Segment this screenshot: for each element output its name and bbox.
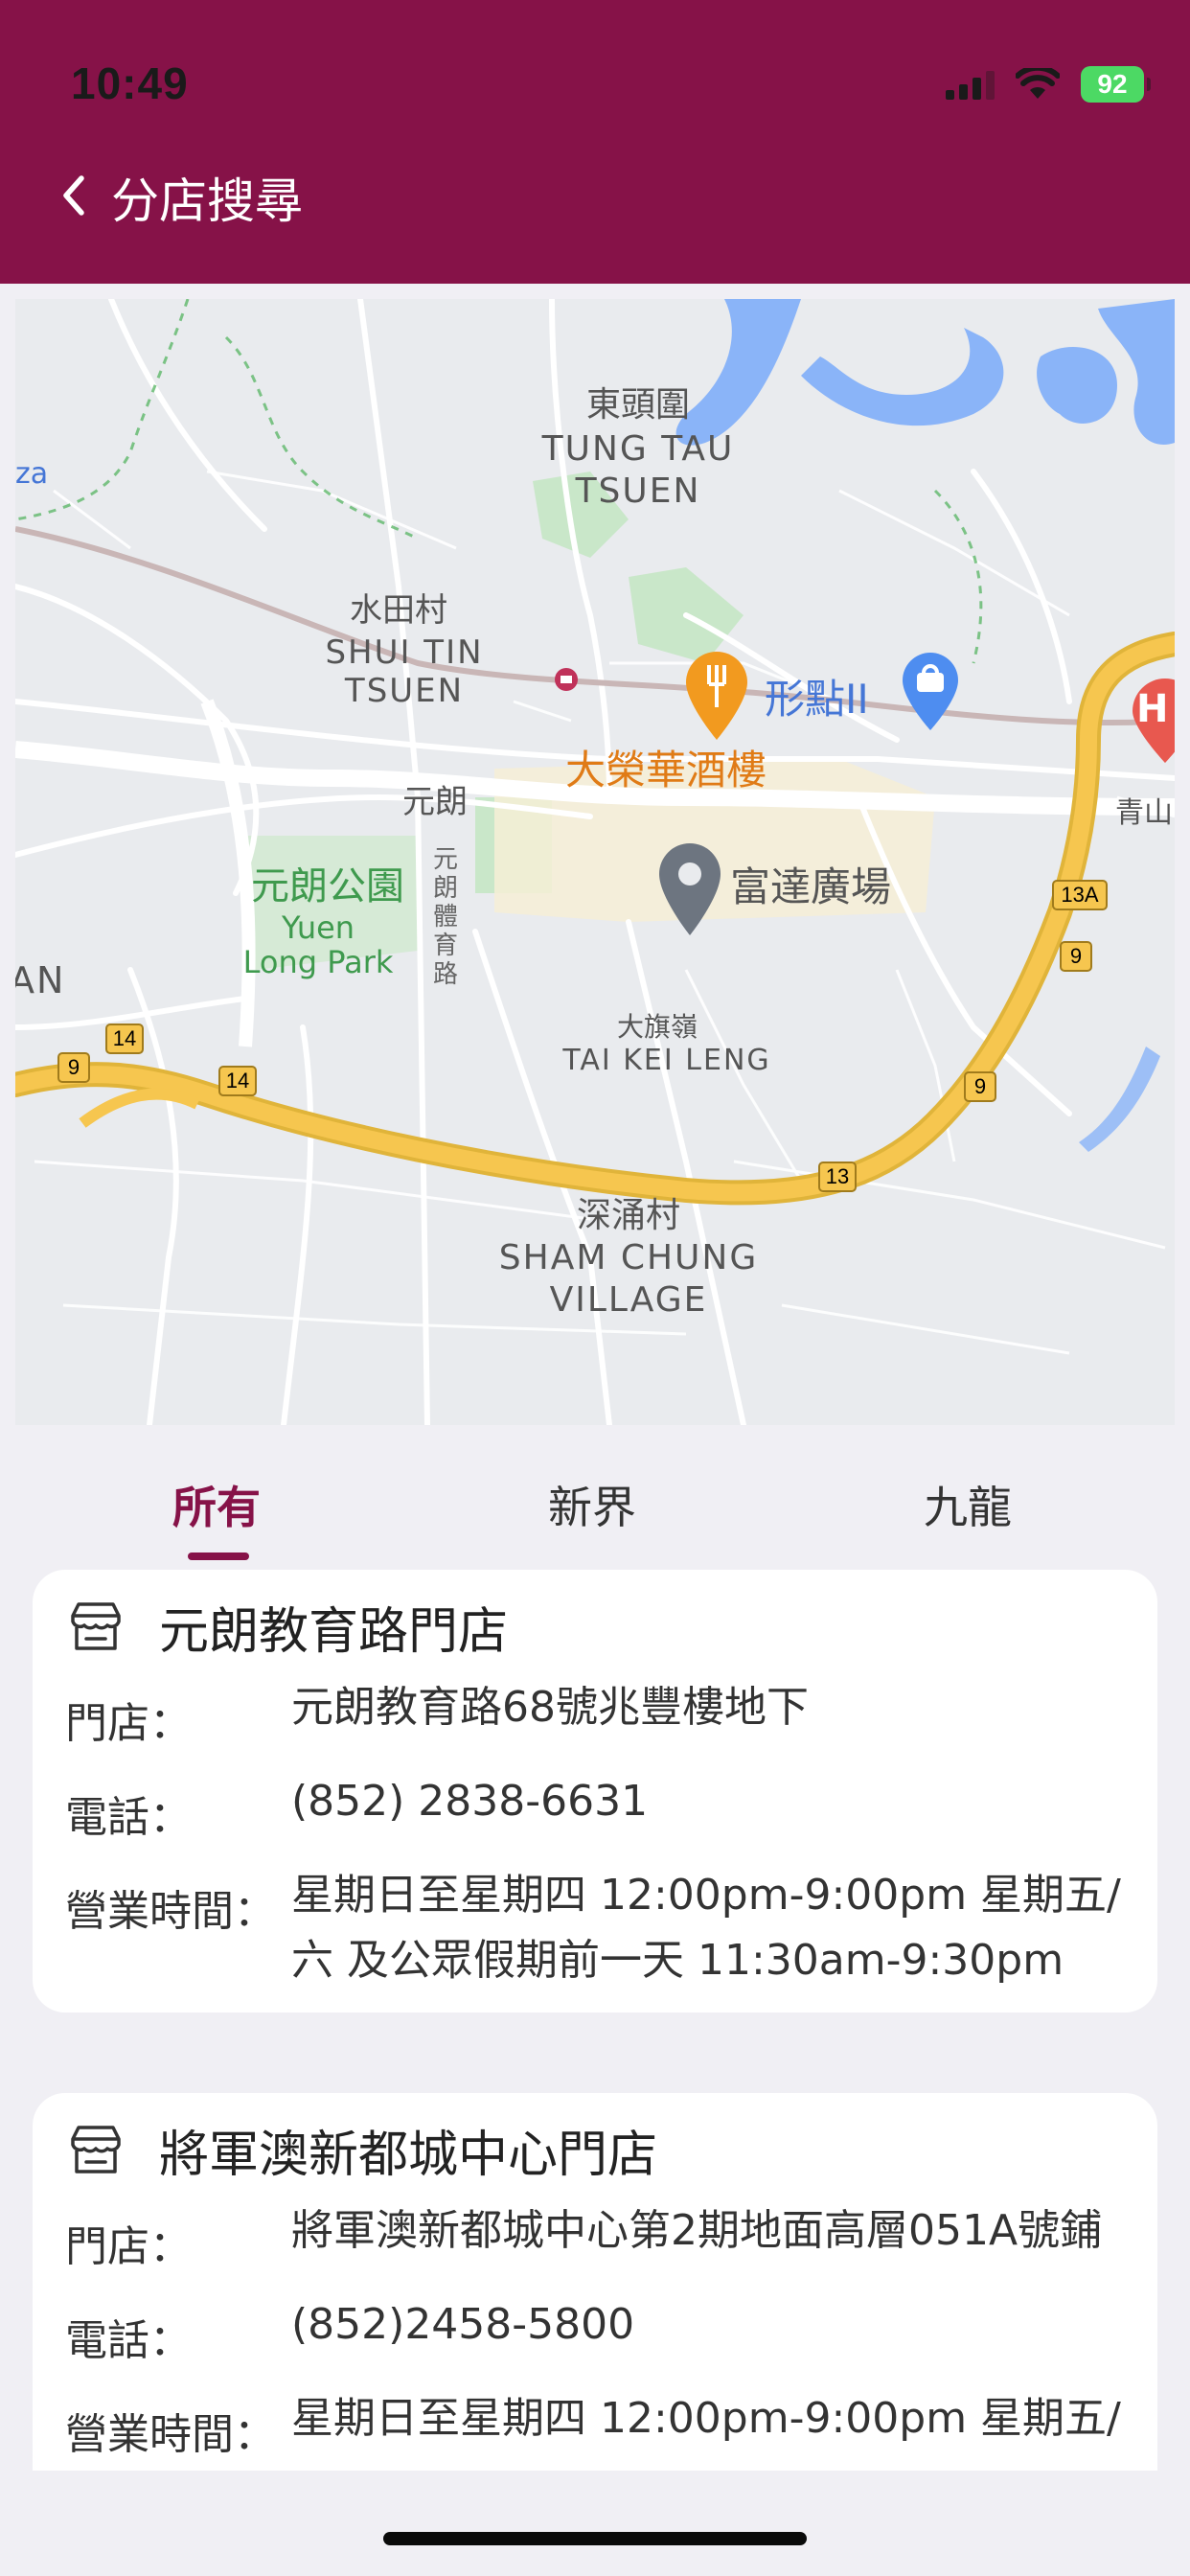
cellular-signal-icon xyxy=(946,69,995,100)
map-label: Yuen xyxy=(281,909,355,946)
status-icons: 92 xyxy=(946,63,1151,105)
store-icon xyxy=(71,1602,121,1650)
route-shield: 13 xyxy=(818,1162,857,1192)
tab-new-territories[interactable]: 新界 xyxy=(548,1473,636,1536)
store-name: 將軍澳新都城中心門店 xyxy=(159,2127,658,2184)
map-label: 大旗嶺 xyxy=(616,1011,698,1043)
map-label: 元朗體育路 xyxy=(432,845,458,989)
app-header: 10:49 92 分店搜尋 xyxy=(0,0,1190,284)
map-label: 青山 xyxy=(1115,796,1173,830)
map-label: TSUEN xyxy=(344,672,465,710)
store-phone[interactable]: (852) 2838-6631 xyxy=(291,1760,648,1844)
map-label: 元朗公園 xyxy=(251,864,404,908)
map-label: 深涌村 xyxy=(576,1196,680,1235)
chevron-left-icon xyxy=(63,175,84,216)
phone-label: 電話： xyxy=(65,2316,192,2365)
active-tab-indicator xyxy=(188,1552,249,1560)
store-map[interactable]: H 14 9 14 13 9 9 13A 東頭圍 TUNG TAU TSUEN … xyxy=(15,299,1175,1425)
map-label: za xyxy=(15,457,49,491)
route-shield: 9 xyxy=(1060,941,1092,972)
route-shield: 14 xyxy=(218,1066,257,1096)
tab-kowloon[interactable]: 九龍 xyxy=(924,1473,1012,1536)
region-tabs: 所有 新界 九龍 xyxy=(0,1425,1190,1559)
map-label: AN xyxy=(15,959,66,1001)
store-hours-line: 星期日至星期四 12:00pm-9:00pm 星期五/ xyxy=(291,2394,1121,2443)
store-label: 富達廣場 xyxy=(730,863,892,910)
store-phone[interactable]: (852)2458-5800 xyxy=(291,2283,634,2367)
store-address: 元朗教育路68號兆豐樓地下 xyxy=(291,1683,809,1732)
store-address: 將軍澳新都城中心第2期地面高層051A號鋪 xyxy=(291,2206,1103,2255)
page-title: 分店搜尋 xyxy=(111,173,303,229)
status-time: 10:49 xyxy=(71,58,189,108)
map-label: 元朗 xyxy=(402,783,468,821)
route-shield: 9 xyxy=(57,1052,90,1083)
shopping-pin-icon[interactable] xyxy=(899,652,962,732)
location-pin-icon[interactable] xyxy=(655,841,724,937)
hospital-label: H xyxy=(1136,687,1169,731)
battery-icon: 92 xyxy=(1081,66,1151,103)
store-card[interactable]: 將軍澳新都城中心門店 門店： 將軍澳新都城中心第2期地面高層051A號鋪 電話：… xyxy=(33,2093,1157,2471)
map-label: TUNG TAU xyxy=(541,429,735,469)
store-list-viewport: 將軍澳新都城中心門店 門店： 將軍澳新都城中心第2期地面高層051A號鋪 電話：… xyxy=(0,2089,1190,2471)
store-name: 元朗教育路門店 xyxy=(159,1603,509,1661)
store-hours-line: 六 及公眾假期前一天 11:30am-9:30pm xyxy=(291,1936,1064,1985)
battery-level: 92 xyxy=(1097,69,1128,99)
tab-all[interactable]: 所有 xyxy=(172,1473,261,1536)
address-label: 門店： xyxy=(65,2222,192,2271)
route-shield: 13A xyxy=(1052,880,1108,910)
map-label: SHUI TIN xyxy=(325,633,484,672)
map-label: TAI KEI LENG xyxy=(562,1044,771,1077)
phone-label: 電話： xyxy=(65,1793,192,1842)
route-shield: 9 xyxy=(964,1071,996,1102)
address-label: 門店： xyxy=(65,1699,192,1748)
restaurant-label: 大榮華酒樓 xyxy=(565,747,767,794)
map-label: VILLAGE xyxy=(549,1280,708,1320)
map-label: SHAM CHUNG xyxy=(498,1238,759,1277)
map-label: 水田村 xyxy=(350,591,447,630)
back-button[interactable] xyxy=(50,167,96,224)
restaurant-pin-icon[interactable] xyxy=(680,650,753,742)
wifi-icon xyxy=(1016,68,1060,99)
mall-label: 形點II xyxy=(765,676,869,723)
map-label: TSUEN xyxy=(575,472,701,511)
map-label: Long Park xyxy=(242,944,394,980)
hours-label: 營業時間： xyxy=(65,2410,276,2459)
map-label: 東頭圍 xyxy=(585,385,690,425)
route-shield: 14 xyxy=(105,1024,144,1054)
store-icon xyxy=(71,2126,121,2174)
home-indicator[interactable] xyxy=(383,2532,807,2545)
hours-label: 營業時間： xyxy=(65,1887,276,1936)
store-locator-screen: 10:49 92 分店搜尋 H 14 9 14 13 9 9 13A 東頭圍 T… xyxy=(0,0,1190,2576)
store-card[interactable]: 元朗教育路門店 門店： 元朗教育路68號兆豐樓地下 電話： (852) 2838… xyxy=(33,1570,1157,2012)
